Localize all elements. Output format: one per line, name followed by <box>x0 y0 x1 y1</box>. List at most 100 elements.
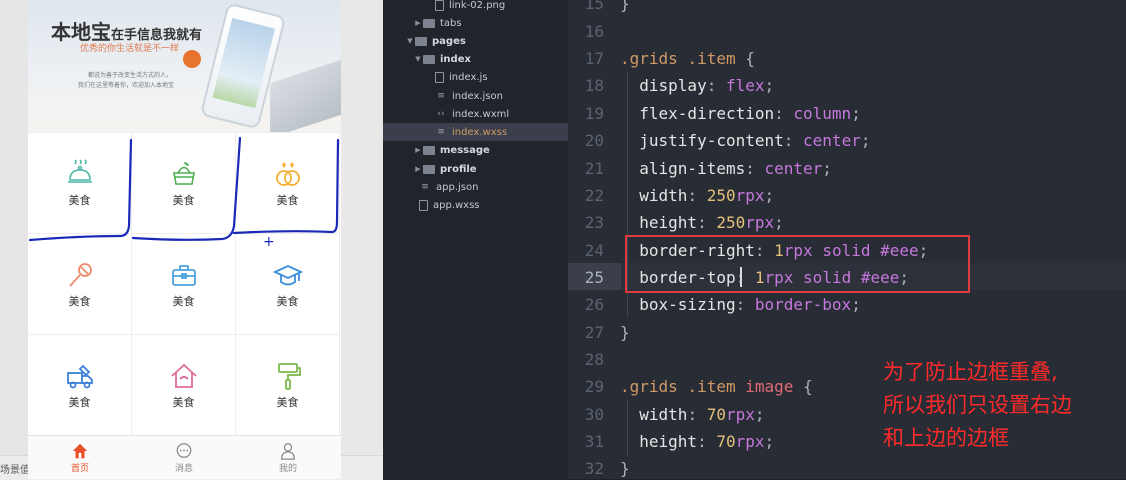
grid-item[interactable]: 美食 <box>236 132 340 233</box>
tree-item-tabs[interactable]: ▶ tabs <box>383 14 568 32</box>
tree-item-index-folder[interactable]: ▼ index <box>383 50 568 68</box>
grid-item[interactable]: 美食 <box>132 334 236 435</box>
annotation-note-line: 和上边的边框 <box>883 426 1009 450</box>
tab-home[interactable]: 首页 <box>28 436 132 479</box>
tree-item-message[interactable]: ▶ message <box>383 141 568 159</box>
js-file-icon <box>435 71 444 83</box>
phone-screen: 本地宝在手信息我就有 优秀的你生活就是不一样 都说为善于改变生活方式的人， 我们… <box>28 0 341 479</box>
line-number: 24 <box>584 241 604 260</box>
tree-item-index-wxml[interactable]: ‹› index.wxml <box>383 105 568 123</box>
tree-item-index-js[interactable]: index.js <box>383 68 568 86</box>
style-file-icon: ≡ <box>437 127 445 137</box>
line-number: 29 <box>584 377 604 396</box>
grid-item-label: 美食 <box>68 294 91 308</box>
tree-item-app-json[interactable]: ≡ app.json <box>383 178 568 196</box>
code-line: .grids .item { <box>620 49 755 68</box>
line-number: 22 <box>584 186 604 205</box>
folder-open-icon <box>415 36 427 46</box>
code-line: justify-content: center; <box>639 131 871 150</box>
code-line: width: 70rpx; <box>639 405 765 424</box>
tree-item-link-02-png[interactable]: link-02.png <box>383 0 568 14</box>
message-icon <box>176 443 192 458</box>
line-number: 30 <box>584 405 604 424</box>
tree-item-profile[interactable]: ▶ profile <box>383 160 568 178</box>
code-line: height: 70rpx; <box>639 432 775 451</box>
grid-item[interactable]: 美食 <box>236 233 340 334</box>
banner-laptop-illustration <box>270 57 341 132</box>
grid-item[interactable]: 美食 <box>236 334 340 435</box>
banner[interactable]: 本地宝在手信息我就有 优秀的你生活就是不一样 都说为善于改变生活方式的人， 我们… <box>28 0 341 132</box>
banner-dot <box>183 50 201 68</box>
annotation-note-line: 为了防止边框重叠, <box>883 360 1058 384</box>
tree-item-index-json[interactable]: ≡ index.json <box>383 87 568 105</box>
highlight-box <box>625 235 970 293</box>
code-line: align-items: center; <box>639 159 832 178</box>
line-number: 21 <box>584 159 604 178</box>
grid-item[interactable]: 美食 <box>28 233 132 334</box>
truck-icon <box>66 364 93 388</box>
banner-text-line: 都说为善于改变生活方式的人， <box>88 72 173 79</box>
line-number: 18 <box>584 76 604 95</box>
line-number: 20 <box>584 131 604 150</box>
tree-item-app-wxss[interactable]: app.wxss <box>383 196 568 214</box>
line-number: 15 <box>584 0 604 13</box>
simulator-edge <box>0 0 28 479</box>
code-line: } <box>620 459 630 478</box>
grid-item-label: 美食 <box>276 294 299 308</box>
grid-item-label: 美食 <box>172 294 195 308</box>
tab-label: 首页 <box>70 464 89 474</box>
line-number: 31 <box>584 432 604 451</box>
code-line: } <box>620 0 630 13</box>
grid-item-label: 美食 <box>68 395 91 409</box>
line-number: 16 <box>584 22 604 41</box>
chevron-right-icon: ▶ <box>415 165 421 173</box>
house-icon <box>170 363 197 388</box>
line-number: 23 <box>584 213 604 232</box>
user-icon <box>281 443 295 460</box>
code-line: } <box>620 323 630 342</box>
chevron-down-icon: ▼ <box>415 55 421 63</box>
line-number: 32 <box>584 459 604 478</box>
tab-label: 我的 <box>278 464 297 474</box>
json-file-icon: ≡ <box>421 182 429 192</box>
code-file-icon: ‹› <box>437 109 445 119</box>
rings-icon <box>275 161 300 186</box>
graduation-cap-icon <box>272 264 303 285</box>
banner-subtitle: 优秀的你生活就是不一样 <box>80 44 180 54</box>
code-line: box-sizing: border-box; <box>639 295 861 314</box>
grid-item[interactable]: 美食 <box>132 132 236 233</box>
grid-item-label: 美食 <box>172 193 195 207</box>
paint-roller-icon <box>277 362 301 390</box>
grid-item-label: 美食 <box>276 395 299 409</box>
tab-message[interactable]: 消息 <box>132 436 236 479</box>
json-file-icon: ≡ <box>437 91 445 101</box>
grid-item[interactable]: 美食 <box>28 132 132 233</box>
annotation-note-line: 所以我们只设置右边 <box>883 393 1072 417</box>
folder-open-icon <box>423 54 435 64</box>
grid-item[interactable]: 美食 <box>28 334 132 435</box>
line-number: 28 <box>584 350 604 369</box>
grid-item-label: 美食 <box>68 193 91 207</box>
code-line: width: 250rpx; <box>639 186 775 205</box>
tab-label: 消息 <box>174 464 193 474</box>
chevron-right-icon: ▶ <box>415 19 421 27</box>
home-icon <box>72 443 88 459</box>
folder-icon <box>423 18 435 28</box>
tab-profile[interactable]: 我的 <box>236 436 340 479</box>
scene-value-label: 场景值 <box>0 465 30 476</box>
code-line: display: flex; <box>639 76 775 95</box>
tree-item-pages[interactable]: ▼ pages <box>383 32 568 50</box>
grid-item-label: 美食 <box>172 395 195 409</box>
image-file-icon <box>435 0 444 11</box>
tree-item-index-wxss[interactable]: ≡ index.wxss <box>383 123 568 141</box>
grid-item-label: 美食 <box>276 193 299 207</box>
line-number: 27 <box>584 323 604 342</box>
grid-item[interactable]: 美食 <box>132 233 236 334</box>
basket-icon <box>172 161 195 185</box>
file-tree: link-02.png ▶ tabs ▼ pages ▼ index index.js… <box>383 0 568 479</box>
briefcase-icon <box>171 264 196 286</box>
category-grid: 美食 美食 美食 美食 美食 美食 美食 美食 美食 <box>28 132 341 435</box>
food-cover-icon <box>67 158 92 183</box>
line-number-current: 25 <box>584 268 604 287</box>
folder-icon <box>423 164 435 174</box>
